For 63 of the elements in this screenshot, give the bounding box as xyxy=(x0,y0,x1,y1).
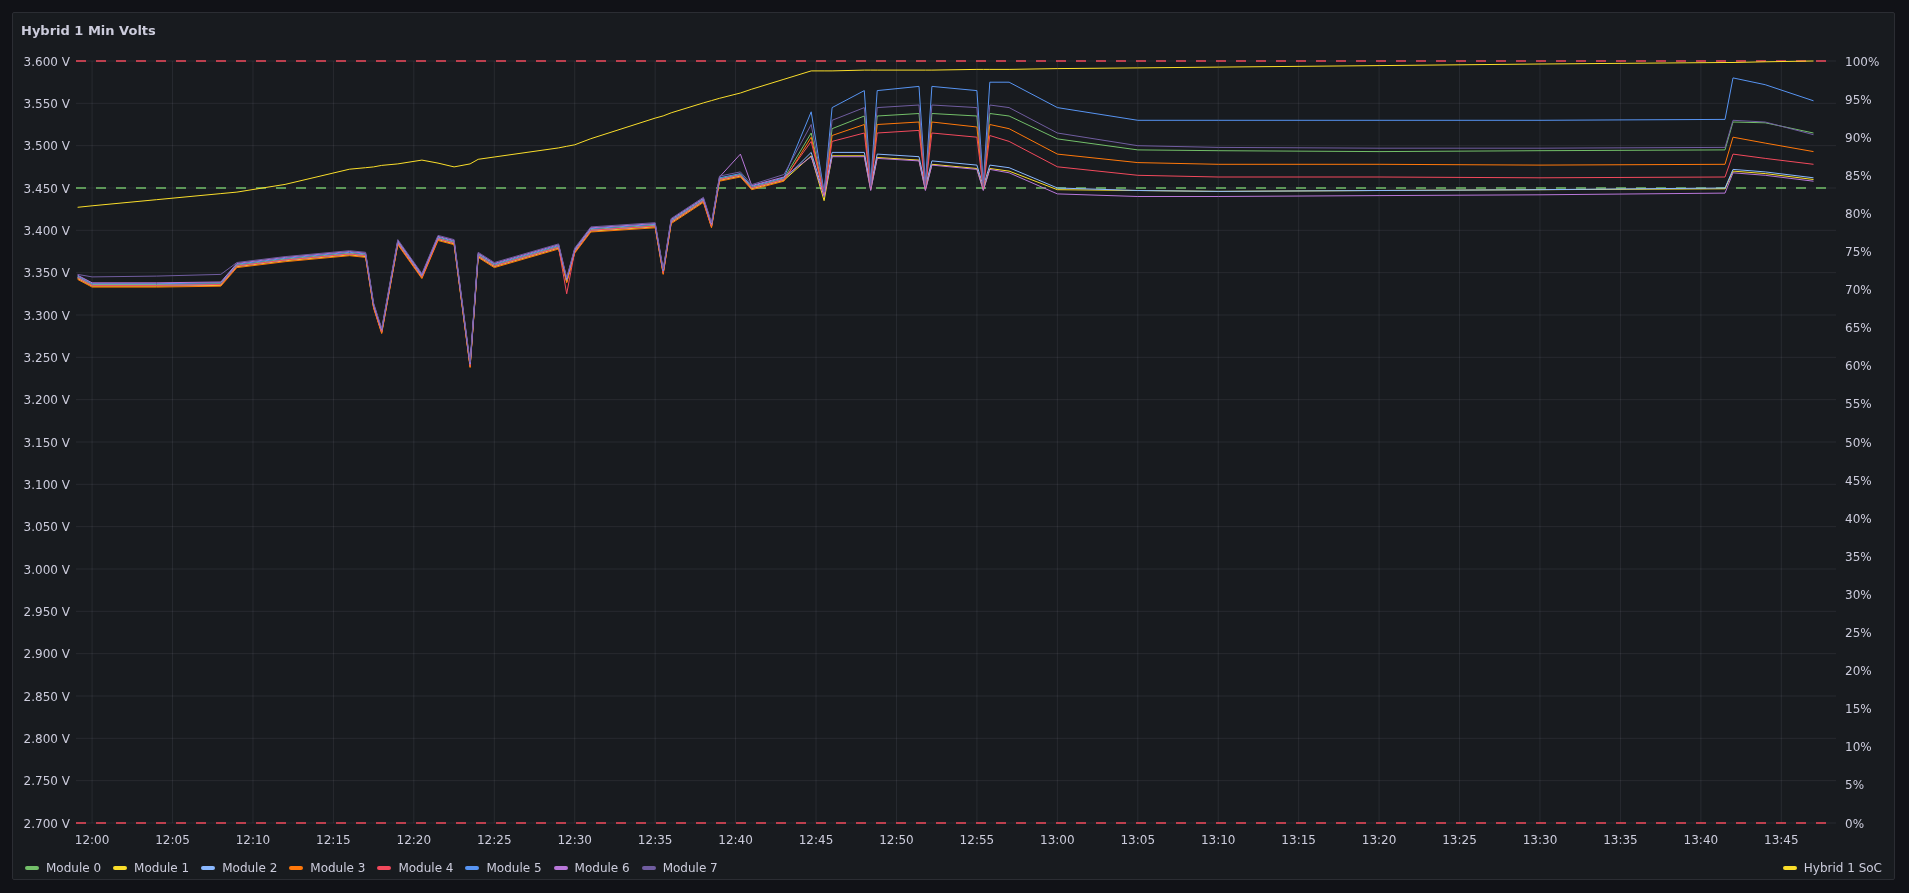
y-axis-label: 95% xyxy=(1845,92,1872,107)
y-axis-label: 3.350 V xyxy=(23,266,70,281)
y-axis-label: 3.150 V xyxy=(23,435,70,450)
y-axis-label: 65% xyxy=(1845,321,1872,336)
y-axis-label: 100% xyxy=(1845,54,1880,69)
x-axis-label: 12:35 xyxy=(637,833,673,847)
x-axis-label: 12:15 xyxy=(316,833,351,847)
y-axis-label: 85% xyxy=(1845,168,1872,183)
x-axis-label: 13:15 xyxy=(1281,833,1316,847)
y-axis-label: 90% xyxy=(1845,130,1872,145)
x-axis-label: 12:30 xyxy=(557,833,592,847)
x-axis-label: 12:45 xyxy=(798,833,834,847)
y-axis-label: 15% xyxy=(1845,702,1872,717)
y-axis-label: 5% xyxy=(1845,778,1865,793)
x-axis-label: 12:20 xyxy=(396,833,432,847)
y-axis-label: 80% xyxy=(1845,206,1872,221)
x-axis-label: 12:55 xyxy=(959,833,995,847)
y-axis-label: 20% xyxy=(1845,664,1872,679)
y-axis-label: 2.850 V xyxy=(23,689,70,704)
y-axis-label: 3.400 V xyxy=(23,223,70,238)
y-axis-label: 70% xyxy=(1845,283,1872,298)
y-axis-label: 55% xyxy=(1845,397,1872,412)
x-axis-label: 12:50 xyxy=(879,833,914,847)
y-axis-label: 3.550 V xyxy=(23,96,70,111)
y-axis-label: 50% xyxy=(1845,435,1872,450)
x-axis-label: 13:25 xyxy=(1442,833,1477,847)
x-axis-label: 13:35 xyxy=(1603,833,1638,847)
y-axis-label: 35% xyxy=(1845,549,1872,564)
y-axis-label: 75% xyxy=(1845,245,1872,259)
y-axis-label: 3.200 V xyxy=(23,393,70,408)
y-axis-label: 25% xyxy=(1845,626,1872,640)
y-axis-label: 10% xyxy=(1845,740,1872,755)
x-axis-label: 13:40 xyxy=(1683,833,1719,847)
y-axis-label: 3.100 V xyxy=(23,477,70,492)
x-axis-label: 12:05 xyxy=(155,833,190,847)
y-axis-label: 2.750 V xyxy=(23,774,70,789)
x-axis-label: 13:10 xyxy=(1200,833,1236,847)
y-axis-label: 2.800 V xyxy=(23,731,70,746)
y-axis-label: 3.300 V xyxy=(23,308,70,323)
y-axis-label: 3.500 V xyxy=(23,139,70,154)
x-axis-label: 13:30 xyxy=(1522,833,1558,847)
x-axis-label: 12:40 xyxy=(718,833,753,847)
x-axis-label: 13:00 xyxy=(1040,833,1075,847)
y-axis-label: 3.250 V xyxy=(23,350,70,365)
y-axis-label: 3.600 V xyxy=(23,54,70,69)
y-axis-label: 3.050 V xyxy=(23,520,70,535)
y-axis-label: 2.900 V xyxy=(23,647,70,662)
y-axis-label: 2.700 V xyxy=(23,816,70,831)
y-axis-label: 40% xyxy=(1845,511,1872,526)
y-axis-label: 3.450 V xyxy=(23,181,70,196)
panel-title: Hybrid 1 Min Volts xyxy=(20,22,156,40)
x-axis-label: 13:20 xyxy=(1361,833,1397,847)
x-axis-label: 12:10 xyxy=(235,833,271,847)
x-axis-label: 13:45 xyxy=(1764,833,1799,847)
y-axis-label: 2.950 V xyxy=(23,604,70,619)
x-axis-label: 12:25 xyxy=(477,833,512,847)
y-axis-label: 30% xyxy=(1845,587,1872,602)
y-axis-label: 3.000 V xyxy=(23,562,70,577)
y-axis-label: 45% xyxy=(1845,473,1872,488)
y-axis-label: 60% xyxy=(1845,359,1872,374)
y-axis-label: 0% xyxy=(1845,816,1865,831)
x-axis-label: 13:05 xyxy=(1120,833,1156,847)
x-axis-label: 12:00 xyxy=(74,833,110,847)
